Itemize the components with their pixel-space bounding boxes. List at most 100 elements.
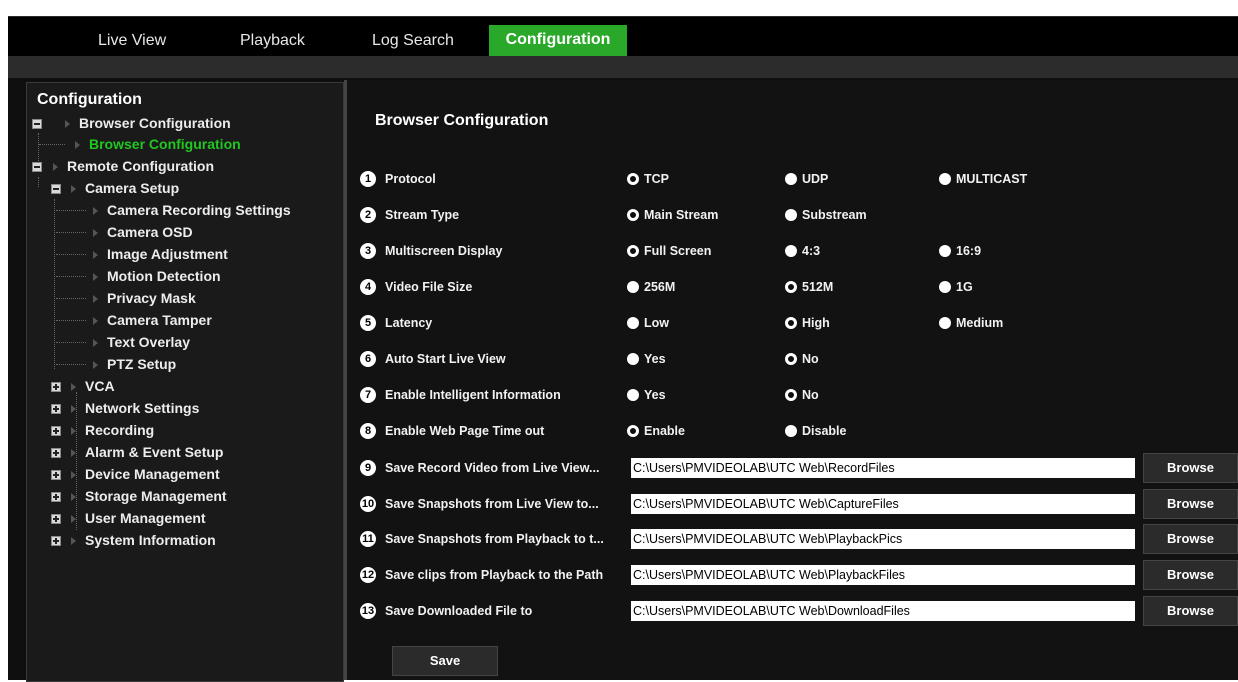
tree-item-system-information[interactable]: System Information bbox=[85, 532, 216, 548]
tree-expander-plus-icon[interactable] bbox=[51, 492, 61, 502]
tree-item-storage-management[interactable]: Storage Management bbox=[85, 488, 227, 504]
tree-expander-plus-icon[interactable] bbox=[51, 536, 61, 546]
tree-item-motion-detection[interactable]: Motion Detection bbox=[107, 268, 221, 284]
save-button[interactable]: Save bbox=[392, 646, 498, 676]
tree-expander-plus-icon[interactable] bbox=[51, 514, 61, 524]
app-window: Live View Playback Log Search Configurat… bbox=[8, 16, 1238, 682]
setting-label-enable-web-page-time-out: Enable Web Page Time out bbox=[385, 424, 545, 438]
browse-button[interactable]: Browse bbox=[1143, 524, 1238, 554]
setting-label-enable-intelligent-information: Enable Intelligent Information bbox=[385, 388, 561, 402]
path-input-field[interactable]: C:\Users\PMVIDEOLAB\UTC Web\RecordFiles bbox=[631, 458, 1135, 478]
tree-item-text-overlay[interactable]: Text Overlay bbox=[107, 334, 190, 350]
browser-configuration-panel: Browser Configuration 1 Protocol TCP UDP MUL… bbox=[347, 80, 1238, 680]
tab-log-search[interactable]: Log Search bbox=[372, 26, 454, 57]
tree-connector-line bbox=[38, 177, 40, 187]
tree-connector-line bbox=[39, 144, 65, 146]
tree-item-remote-configuration[interactable]: Remote Configuration bbox=[67, 158, 214, 174]
tree-expander-minus-icon[interactable] bbox=[32, 162, 42, 172]
tree-item-camera-osd[interactable]: Camera OSD bbox=[107, 224, 193, 240]
radio-selected-icon[interactable] bbox=[785, 281, 797, 293]
tree-item-camera-tamper[interactable]: Camera Tamper bbox=[107, 312, 212, 328]
radio-unselected-icon[interactable] bbox=[785, 245, 797, 257]
tree-item-ptz-setup[interactable]: PTZ Setup bbox=[107, 356, 176, 372]
path-label: Save Downloaded File to bbox=[385, 604, 533, 618]
top-navigation-bar: Live View Playback Log Search Configurat… bbox=[8, 16, 1238, 57]
step-number-badge: 1 bbox=[360, 171, 376, 187]
radio-selected-icon[interactable] bbox=[785, 353, 797, 365]
tab-configuration[interactable]: Configuration bbox=[489, 25, 627, 57]
radio-label: Main Stream bbox=[644, 208, 719, 222]
tree-connector-line bbox=[56, 254, 86, 256]
radio-unselected-icon[interactable] bbox=[939, 317, 951, 329]
radio-unselected-icon[interactable] bbox=[627, 389, 639, 401]
tree-item-user-management[interactable]: User Management bbox=[85, 510, 206, 526]
tree-item-camera-recording-settings[interactable]: Camera Recording Settings bbox=[107, 202, 291, 218]
radio-label: Medium bbox=[956, 316, 1004, 330]
tree-item-browser-configuration[interactable]: Browser Configuration bbox=[79, 115, 231, 131]
tree-expander-plus-icon[interactable] bbox=[51, 404, 61, 414]
tree-expander-plus-icon[interactable] bbox=[51, 470, 61, 480]
radio-unselected-icon[interactable] bbox=[939, 245, 951, 257]
tree-expander-plus-icon[interactable] bbox=[51, 426, 61, 436]
radio-unselected-icon[interactable] bbox=[785, 173, 797, 185]
radio-label: Yes bbox=[644, 352, 666, 366]
step-number-badge: 13 bbox=[360, 603, 376, 619]
tree-item-device-management[interactable]: Device Management bbox=[85, 466, 220, 482]
step-number-badge: 7 bbox=[360, 387, 376, 403]
tree-arrow-icon bbox=[71, 515, 76, 523]
path-input-field[interactable]: C:\Users\PMVIDEOLAB\UTC Web\PlaybackPics bbox=[631, 529, 1135, 549]
step-number-badge: 9 bbox=[360, 460, 376, 476]
tree-item-privacy-mask[interactable]: Privacy Mask bbox=[107, 290, 196, 306]
radio-unselected-icon[interactable] bbox=[939, 281, 951, 293]
radio-label: Yes bbox=[644, 388, 666, 402]
tab-live-view[interactable]: Live View bbox=[98, 26, 166, 57]
radio-label: 16:9 bbox=[956, 244, 982, 258]
browse-button[interactable]: Browse bbox=[1143, 489, 1238, 519]
radio-selected-icon[interactable] bbox=[627, 209, 639, 221]
setting-label-auto-start-live-view: Auto Start Live View bbox=[385, 352, 506, 366]
radio-unselected-icon[interactable] bbox=[785, 209, 797, 221]
tree-expander-plus-icon[interactable] bbox=[51, 382, 61, 392]
tree-arrow-icon bbox=[71, 405, 76, 413]
configuration-tree-panel: Configuration Browser Configuration Brows… bbox=[26, 82, 344, 682]
tree-expander-minus-icon[interactable] bbox=[51, 184, 61, 194]
tree-arrow-icon bbox=[93, 361, 98, 369]
path-input-field[interactable]: C:\Users\PMVIDEOLAB\UTC Web\DownloadFile… bbox=[631, 601, 1135, 621]
path-input-field[interactable]: C:\Users\PMVIDEOLAB\UTC Web\PlaybackFile… bbox=[631, 565, 1135, 585]
radio-selected-icon[interactable] bbox=[627, 173, 639, 185]
tree-expander-plus-icon[interactable] bbox=[51, 448, 61, 458]
browse-button[interactable]: Browse bbox=[1143, 453, 1238, 483]
path-label: Save Snapshots from Playback to t... bbox=[385, 532, 604, 546]
radio-selected-icon[interactable] bbox=[785, 389, 797, 401]
radio-label: Substream bbox=[802, 208, 867, 222]
path-label: Save clips from Playback to the Path bbox=[385, 568, 604, 582]
radio-label: Full Screen bbox=[644, 244, 712, 258]
tree-arrow-icon bbox=[93, 295, 98, 303]
tree-connector-line bbox=[56, 320, 86, 322]
tree-item-vca[interactable]: VCA bbox=[85, 378, 115, 394]
tree-expander-minus-icon[interactable] bbox=[32, 119, 42, 129]
radio-label: UDP bbox=[802, 172, 829, 186]
step-number-badge: 12 bbox=[360, 567, 376, 583]
tree-item-camera-setup[interactable]: Camera Setup bbox=[85, 180, 179, 196]
tree-item-image-adjustment[interactable]: Image Adjustment bbox=[107, 246, 228, 262]
radio-unselected-icon[interactable] bbox=[627, 281, 639, 293]
radio-label: 4:3 bbox=[802, 244, 821, 258]
browse-button[interactable]: Browse bbox=[1143, 596, 1238, 626]
radio-selected-icon[interactable] bbox=[627, 425, 639, 437]
tree-item-alarm-and-event-setup[interactable]: Alarm & Event Setup bbox=[85, 444, 223, 460]
radio-selected-icon[interactable] bbox=[785, 317, 797, 329]
tab-playback[interactable]: Playback bbox=[240, 26, 305, 57]
radio-unselected-icon[interactable] bbox=[627, 353, 639, 365]
tree-item-recording[interactable]: Recording bbox=[85, 422, 154, 438]
path-input-field[interactable]: C:\Users\PMVIDEOLAB\UTC Web\CaptureFiles bbox=[631, 494, 1135, 514]
step-number-badge: 4 bbox=[360, 279, 376, 295]
tree-item-network-settings[interactable]: Network Settings bbox=[85, 400, 199, 416]
radio-unselected-icon[interactable] bbox=[939, 173, 951, 185]
browse-button[interactable]: Browse bbox=[1143, 560, 1238, 590]
step-number-badge: 10 bbox=[360, 496, 376, 512]
radio-unselected-icon[interactable] bbox=[785, 425, 797, 437]
tree-item-browser-configuration[interactable]: Browser Configuration bbox=[89, 136, 241, 152]
radio-unselected-icon[interactable] bbox=[627, 317, 639, 329]
radio-selected-icon[interactable] bbox=[627, 245, 639, 257]
